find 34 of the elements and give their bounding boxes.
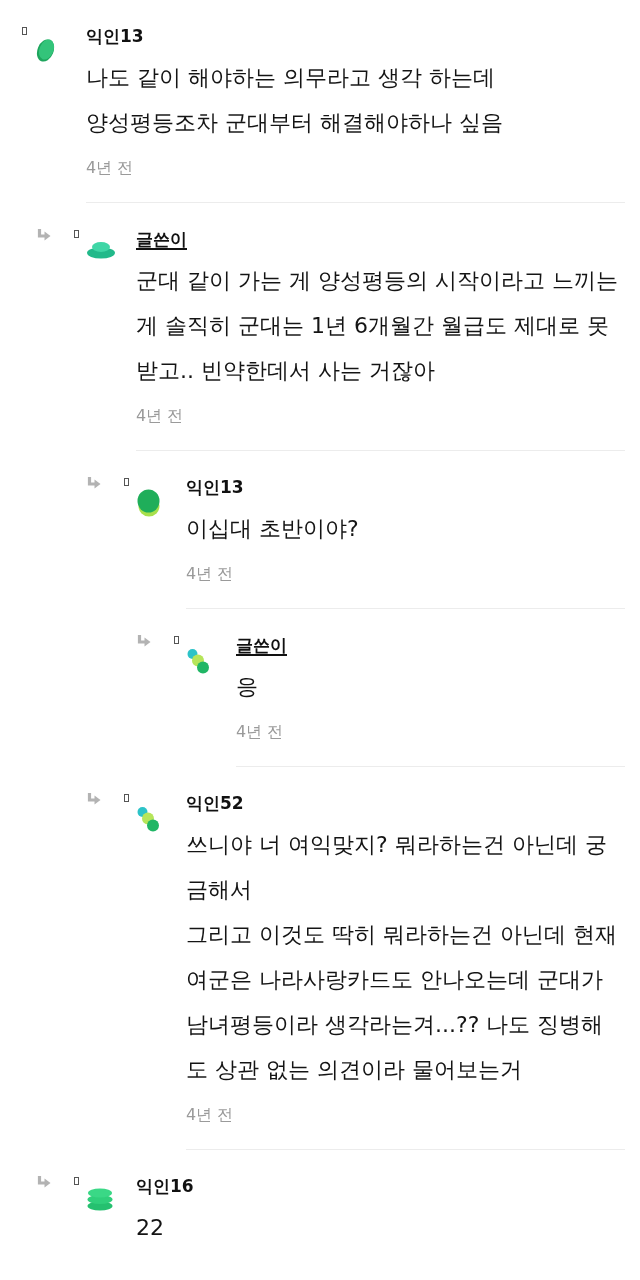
reply-arrow-icon (87, 793, 101, 805)
comment-time: 4년 전 (86, 157, 134, 179)
comment-time: 4년 전 (136, 405, 184, 427)
avatar-icon (137, 489, 160, 517)
small-rectangle-icon (124, 478, 129, 486)
user-name: 익인13 (186, 476, 244, 499)
user-name: 익인52 (186, 792, 244, 815)
comment-time: 4년 전 (236, 721, 284, 743)
comment-time: 4년 전 (186, 563, 234, 585)
small-rectangle-icon (22, 27, 27, 35)
small-rectangle-icon (124, 794, 129, 802)
author-name: 글쓴이 (236, 634, 287, 657)
comment-text: 22 (136, 1214, 164, 1242)
avatar-icon (87, 241, 115, 259)
comment-text: 쓰니야 너 여익맞지? 뭐라하는건 아닌데 궁 금해서 그리고 이것도 딱히 뭐라하는건 아닌데 현재 여군은 나라사랑카드도 안나오는데 군대가 남녀평등이라 생각라는겨...?? 나도 징병해 도 상관 없는 의견이라 물어보는거 (186, 831, 617, 1084)
reply-arrow-icon (137, 635, 151, 647)
reply-arrow-icon (37, 1176, 51, 1188)
reply-arrow-icon (37, 229, 51, 241)
reply-arrow-icon (87, 477, 101, 489)
user-name: 익인16 (136, 1175, 194, 1198)
author-name: 글쓴이 (136, 228, 187, 251)
user-name: 익인13 (86, 25, 144, 48)
avatar-icon (187, 647, 209, 674)
avatar-icon (35, 38, 56, 63)
comment-text: 군대 같이 가는 게 양성평등의 시작이라고 느끼는 게 솔직히 군대는 1년 6개월간 월급도 제대로 못 받고.. 빈약한데서 사는 거잖아 (136, 267, 618, 385)
comment-text: 이십대 초반이야? (186, 515, 359, 543)
comment-time: 4년 전 (186, 1104, 234, 1126)
small-rectangle-icon (74, 1177, 79, 1185)
avatar-icon (87, 1188, 113, 1211)
comment-text: 나도 같이 해야하는 의무라고 생각 하는데 양성평등조차 군대부터 해결해야하나 싶음 (86, 64, 503, 137)
small-rectangle-icon (174, 636, 179, 644)
avatar-icon (137, 805, 159, 832)
small-rectangle-icon (74, 230, 79, 238)
comment-text: 응 (236, 673, 258, 701)
